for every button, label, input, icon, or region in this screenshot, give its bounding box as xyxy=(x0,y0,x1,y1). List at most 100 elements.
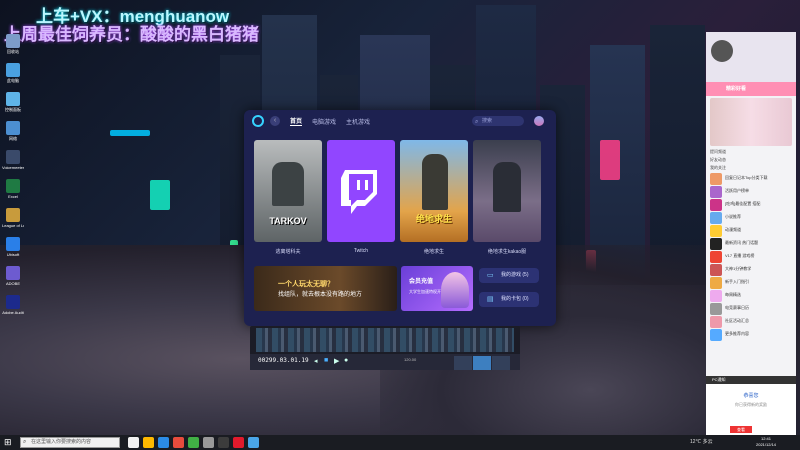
sidebar-line[interactable]: 好友动态 xyxy=(706,156,796,164)
list-item-text: 新手入门指引 xyxy=(725,279,749,284)
notification-header: PC通知 xyxy=(706,376,796,384)
stop-icon[interactable]: ■ xyxy=(324,357,328,364)
weather-status[interactable]: 12℃ 多云 xyxy=(690,438,713,445)
featured-title: 精彩好看 xyxy=(726,86,747,92)
membership-banner[interactable]: 会员充值 大学生加速特权开放 xyxy=(401,266,473,311)
game-card-pubg-kakao[interactable]: 绝地求生kakao服 xyxy=(473,140,541,255)
list-item[interactable]: 电竞赛事日历 xyxy=(710,303,792,315)
pubg-cover-text: 绝地求生 xyxy=(415,214,452,224)
game-cover-twitch xyxy=(327,140,395,242)
notification-view-button[interactable]: 查看 xyxy=(730,426,752,433)
desktop-icon[interactable]: 回收站 xyxy=(2,34,24,54)
taskbar-app-icon[interactable] xyxy=(233,437,244,448)
featured-photo[interactable] xyxy=(710,98,792,146)
taskbar-app-icon[interactable] xyxy=(143,437,154,448)
list-item[interactable]: 活跃用户榜单 xyxy=(710,186,792,198)
list-item-thumbnail xyxy=(710,316,722,328)
list-item[interactable]: 小说推荐 xyxy=(710,212,792,224)
desktop-icon[interactable]: Voicemeeter xyxy=(2,150,24,170)
system-clock[interactable]: 12:41 2021/12/14 xyxy=(756,436,776,448)
list-item-thumbnail xyxy=(710,238,722,250)
app-icon xyxy=(6,92,20,106)
desktop-icon[interactable]: Excel xyxy=(2,179,24,199)
play-icon[interactable]: ▶ xyxy=(334,357,339,365)
desktop-icon-label: 控制面板 xyxy=(5,107,21,112)
desktop-icon[interactable]: League of Legends xyxy=(2,208,24,228)
list-item-text: [吃鸡]最佳配置 搭配 xyxy=(725,201,761,206)
list-item[interactable]: 每周精选 xyxy=(710,290,792,302)
view-button-1[interactable] xyxy=(454,356,472,370)
search-input[interactable]: ⌕ 搜索 xyxy=(472,116,524,126)
launcher-logo-icon[interactable] xyxy=(252,115,264,127)
taskbar-app-icon[interactable] xyxy=(173,437,184,448)
list-item[interactable]: V17 直播 游戏榜 xyxy=(710,251,792,263)
zoom-level: 120.00 xyxy=(404,357,417,362)
tab-pc-games[interactable]: 电脑游戏 xyxy=(312,117,336,126)
gamepad-icon: ▭ xyxy=(487,272,494,279)
list-item-text: 最新资讯 热门话题 xyxy=(725,240,759,245)
view-button-2[interactable] xyxy=(473,356,491,370)
timeline-tracks[interactable] xyxy=(256,328,514,352)
game-card-twitch[interactable]: Twitch xyxy=(327,140,395,255)
list-item-text: 每周精选 xyxy=(725,292,741,297)
list-item[interactable]: 大神1分钟教学 xyxy=(710,264,792,276)
my-cards-button[interactable]: ▤ 我的卡包 (0) xyxy=(479,292,539,307)
back-arrow-icon[interactable]: ‹ xyxy=(270,116,280,126)
taskbar-app-icon[interactable] xyxy=(218,437,229,448)
profile-avatar[interactable] xyxy=(711,40,733,62)
list-item[interactable]: 社区活动汇总 xyxy=(710,316,792,328)
taskbar-app-icon[interactable] xyxy=(128,437,139,448)
taskbar-search-input[interactable]: ⌕ 在这里输入你要搜索的内容 xyxy=(20,437,120,448)
game-card-name: Twitch xyxy=(353,248,369,254)
list-item-text: 大神1分钟教学 xyxy=(725,266,752,271)
featured-bar[interactable]: 精彩好看 xyxy=(706,82,796,96)
game-launcher-window: ‹ 首页 电脑游戏 主机游戏 ⌕ 搜索 TARKOV 逃离塔科夫 Twitch … xyxy=(244,110,556,326)
skip-back-icon[interactable]: ◂ xyxy=(314,357,318,365)
desktop-icon[interactable]: 此电脑 xyxy=(2,63,24,83)
search-icon: ⌕ xyxy=(23,439,27,445)
list-item[interactable]: 动漫频道 xyxy=(710,225,792,237)
app-icon xyxy=(6,63,20,77)
game-card-pubg[interactable]: 绝地求生 绝地求生 xyxy=(400,140,468,255)
taskbar-app-icon[interactable] xyxy=(158,437,169,448)
user-avatar[interactable] xyxy=(534,116,544,126)
tab-console-games[interactable]: 主机游戏 xyxy=(346,117,370,126)
my-games-button[interactable]: ▭ 我的游戏 (5) xyxy=(479,268,539,283)
twitch-logo-icon xyxy=(341,170,377,214)
list-item[interactable]: 新手入门指引 xyxy=(710,277,792,289)
game-card-tarkov[interactable]: TARKOV 逃离塔科夫 xyxy=(254,140,322,255)
record-icon[interactable]: ● xyxy=(344,357,348,364)
list-item[interactable]: 回复日记本Top分类下载 xyxy=(710,173,792,185)
list-item[interactable]: 更多推荐内容 xyxy=(710,329,792,341)
list-item-thumbnail xyxy=(710,290,722,302)
desktop-icon[interactable]: ADOBE xyxy=(2,266,24,286)
windows-start-icon[interactable]: ⊞ xyxy=(4,438,13,447)
taskbar-app-icon[interactable] xyxy=(188,437,199,448)
list-item[interactable]: [吃鸡]最佳配置 搭配 xyxy=(710,199,792,211)
app-icon xyxy=(6,295,20,309)
search-icon: ⌕ xyxy=(475,119,479,125)
list-item-thumbnail xyxy=(710,199,722,211)
desktop-icon[interactable]: 控制面板 xyxy=(2,92,24,112)
view-button-3[interactable] xyxy=(492,356,510,370)
sidebar-header xyxy=(706,32,796,82)
app-icon xyxy=(6,266,20,280)
list-item-text: 动漫频道 xyxy=(725,227,741,232)
tarkov-cover-text: TARKOV xyxy=(269,216,307,226)
notification-title: 恭喜您 xyxy=(743,393,759,399)
team-up-banner[interactable]: 一个人玩太无聊？ 找组队，就去根本没有路的地方 xyxy=(254,266,397,311)
tab-home[interactable]: 首页 xyxy=(290,116,303,126)
list-item[interactable]: 最新资讯 热门话题 xyxy=(710,238,792,250)
game-card-name: 绝地求生 xyxy=(423,249,444,255)
list-item-text: 电竞赛事日历 xyxy=(725,305,749,310)
desktop-icon[interactable]: Adobe Audit xyxy=(2,295,24,315)
desktop-icon[interactable]: Ubisoft xyxy=(2,237,24,257)
desktop-icon[interactable]: 网络 xyxy=(2,121,24,141)
sidebar-line[interactable]: 我的关注 xyxy=(706,164,796,172)
my-games-label: 我的游戏 (5) xyxy=(501,272,529,278)
sidebar-line[interactable]: 提问频道 xyxy=(706,148,796,156)
desktop-icon-label: 回收站 xyxy=(7,49,19,54)
taskbar-app-icon[interactable] xyxy=(248,437,259,448)
taskbar-app-icon[interactable] xyxy=(203,437,214,448)
my-cards-label: 我的卡包 (0) xyxy=(501,296,529,302)
